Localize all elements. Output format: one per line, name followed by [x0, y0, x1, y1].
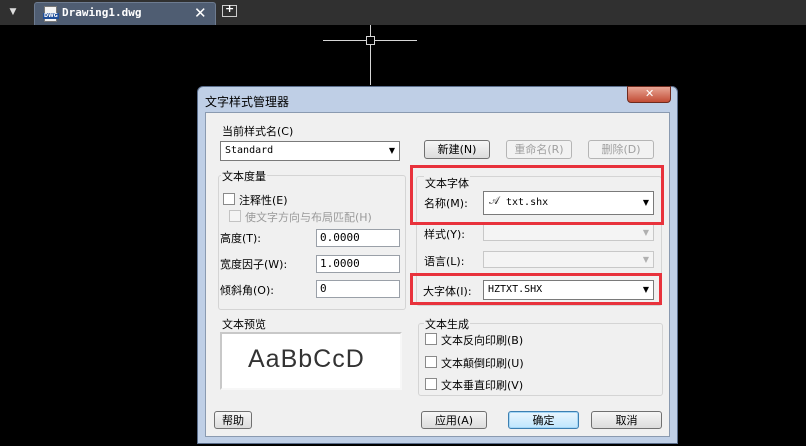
chevron-down-icon: ▼	[642, 198, 649, 207]
text-effects-title: 文本生成	[424, 316, 470, 332]
annotative-checkbox[interactable]	[223, 193, 235, 205]
delete-style-button[interactable]: 删除(D)	[588, 140, 654, 159]
document-tab-label: Drawing1.dwg	[62, 6, 142, 19]
height-label: 高度(T):	[220, 232, 262, 245]
current-style-value: Standard	[225, 145, 274, 156]
text-preview-box: AaBbCcD	[220, 332, 402, 390]
tab-close-icon[interactable]: ✕	[194, 4, 207, 22]
new-tab-icon[interactable]	[222, 2, 237, 17]
annotative-label: 注释性(E)	[239, 194, 288, 207]
dialog-client-area: 当前样式名(C) Standard ▼ 新建(N) 重命名(R) 删除(D) 文…	[205, 112, 670, 437]
crosshair-pickbox	[366, 36, 375, 45]
text-font-title: 文本字体	[424, 175, 470, 191]
dialog-title: 文字样式管理器	[205, 95, 290, 109]
oblique-angle-label: 倾斜角(O):	[220, 284, 274, 297]
match-orientation-label: 使文字方向与布局匹配(H)	[245, 211, 372, 224]
current-style-dropdown[interactable]: Standard ▼	[220, 141, 400, 161]
chevron-down-icon: ▼	[642, 228, 649, 237]
text-preview-title: 文本预览	[221, 316, 267, 332]
vertical-label: 文本垂直印刷(V)	[441, 379, 524, 392]
dwg-file-icon	[43, 6, 59, 22]
big-font-value: HZTXT.SHX	[488, 284, 543, 295]
font-name-label: 名称(M):	[424, 197, 468, 210]
new-style-button[interactable]: 新建(N)	[424, 140, 490, 159]
ok-button[interactable]: 确定	[508, 411, 579, 429]
width-factor-label: 宽度因子(W):	[220, 258, 288, 271]
tab-menu-chevron-icon[interactable]: ▼	[4, 3, 22, 21]
match-orientation-checkbox[interactable]	[229, 210, 241, 222]
upside-down-checkbox[interactable]	[425, 356, 437, 368]
cancel-button[interactable]: 取消	[591, 411, 662, 429]
document-tab-bar: ▼ Drawing1.dwg ✕	[0, 0, 806, 25]
font-name-value: txt.shx	[506, 197, 549, 208]
upside-down-label: 文本颠倒印刷(U)	[441, 357, 524, 370]
font-style-label: 样式(Y):	[424, 228, 466, 241]
language-dropdown[interactable]: ▼	[483, 251, 654, 268]
close-icon: ✕	[645, 87, 655, 100]
crosshair-vertical	[370, 25, 371, 85]
document-tab-drawing1[interactable]: Drawing1.dwg ✕	[34, 2, 216, 25]
shx-font-icon: 𝒜	[489, 194, 500, 207]
font-name-dropdown[interactable]: 𝒜 txt.shx ▼	[483, 191, 654, 215]
apply-button[interactable]: 应用(A)	[421, 411, 487, 429]
current-style-label: 当前样式名(C)	[222, 125, 294, 138]
chevron-down-icon: ▼	[642, 285, 649, 294]
big-font-label: 大字体(I):	[423, 285, 472, 298]
chevron-down-icon: ▼	[388, 146, 395, 155]
height-input[interactable]: 0.0000	[316, 229, 400, 247]
rename-style-button[interactable]: 重命名(R)	[506, 140, 572, 159]
help-button[interactable]: 帮助	[214, 411, 252, 429]
language-label: 语言(L):	[424, 255, 465, 268]
vertical-checkbox[interactable]	[425, 378, 437, 390]
text-preview-sample: AaBbCcD	[248, 345, 365, 373]
dialog-close-button[interactable]: ✕	[627, 86, 671, 103]
font-style-dropdown[interactable]: ▼	[483, 224, 654, 241]
oblique-angle-input[interactable]: 0	[316, 280, 400, 298]
text-metrics-title: 文本度量	[221, 168, 267, 184]
big-font-dropdown[interactable]: HZTXT.SHX ▼	[483, 280, 654, 300]
backwards-label: 文本反向印刷(B)	[441, 334, 524, 347]
width-factor-input[interactable]: 1.0000	[316, 255, 400, 273]
backwards-checkbox[interactable]	[425, 333, 437, 345]
chevron-down-icon: ▼	[642, 255, 649, 264]
text-style-dialog: 文字样式管理器 ✕ 当前样式名(C) Standard ▼ 新建(N) 重命名(…	[197, 86, 678, 444]
